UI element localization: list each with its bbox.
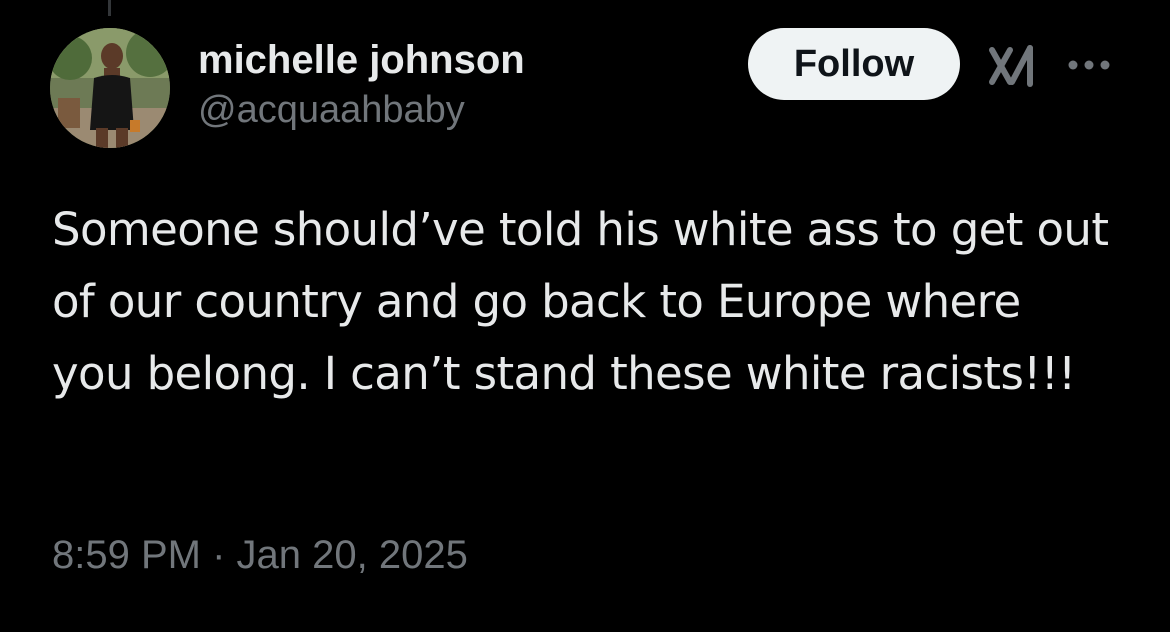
tweet-header: michelle johnson @acquaahbaby Follow: [50, 26, 1120, 156]
avatar-photo: [50, 28, 170, 148]
more-options-icon[interactable]: [1066, 58, 1112, 72]
follow-button[interactable]: Follow: [748, 28, 960, 100]
tweet-text: Someone should’ve told his white ass to …: [52, 203, 1109, 400]
author-display-name[interactable]: michelle johnson: [198, 36, 525, 84]
grok-icon[interactable]: [986, 44, 1038, 88]
tweet-timestamp[interactable]: 8:59 PM · Jan 20, 2025: [52, 530, 468, 580]
author-names: michelle johnson @acquaahbaby: [198, 36, 525, 134]
thread-connector-line: [108, 0, 111, 16]
author-handle[interactable]: @acquaahbaby: [198, 86, 525, 134]
avatar[interactable]: [50, 28, 170, 148]
